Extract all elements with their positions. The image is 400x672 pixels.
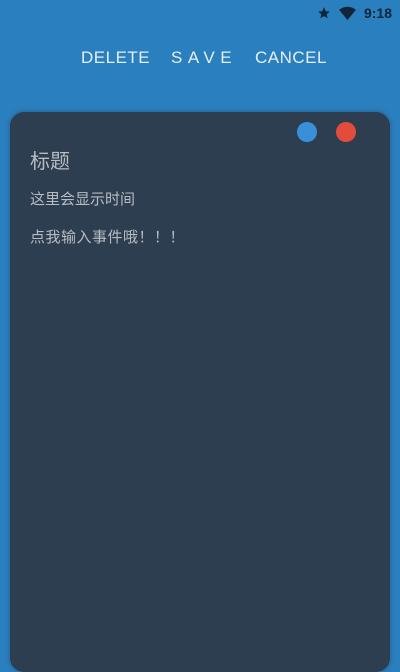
event-input[interactable]: 点我输入事件哦！！！: [30, 226, 185, 247]
save-button[interactable]: SAVE: [171, 48, 237, 68]
note-time: 这里会显示时间: [30, 190, 136, 208]
status-time: 9:18: [363, 5, 392, 21]
red-color-dot[interactable]: [336, 122, 356, 142]
status-bar: 9:18: [0, 0, 400, 26]
toolbar: DELETE SAVE CANCEL: [0, 40, 400, 76]
star-icon: [317, 6, 331, 20]
cancel-button[interactable]: CANCEL: [255, 48, 327, 68]
delete-button[interactable]: DELETE: [81, 48, 150, 68]
wifi-icon: [339, 6, 356, 20]
note-title: 标题: [30, 149, 70, 173]
note-card: 标题 这里会显示时间 点我输入事件哦！！！: [10, 112, 390, 672]
blue-color-dot[interactable]: [297, 122, 317, 142]
